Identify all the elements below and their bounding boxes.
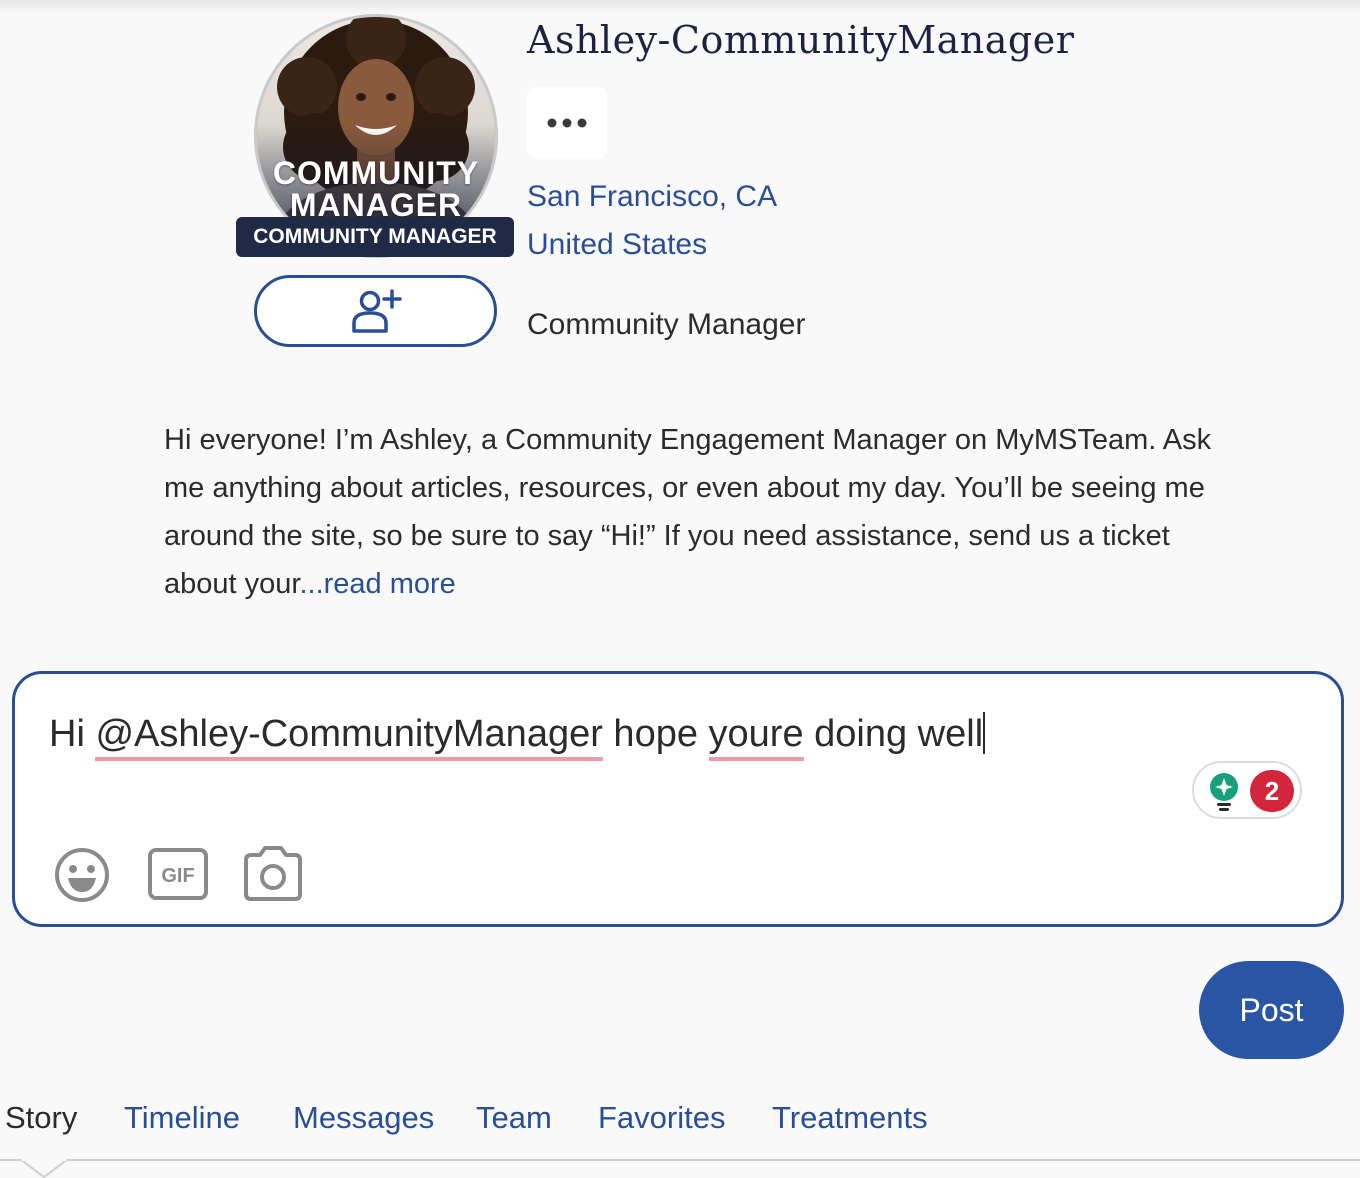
avatar-overlay-line1: COMMUNITY bbox=[272, 155, 480, 191]
tab-treatments[interactable]: Treatments bbox=[772, 1100, 928, 1136]
misspelled-word[interactable]: youre bbox=[708, 713, 804, 761]
gif-icon: GIF bbox=[148, 848, 208, 900]
camera-icon bbox=[244, 846, 302, 901]
location-country[interactable]: United States bbox=[527, 228, 707, 262]
tab-team[interactable]: Team bbox=[476, 1100, 552, 1136]
post-button[interactable]: Post bbox=[1199, 961, 1344, 1059]
grammar-issue-count: 2 bbox=[1250, 770, 1294, 812]
composer-input[interactable]: Hi @Ashley-CommunityManager hope youre d… bbox=[49, 712, 986, 761]
emoji-button[interactable] bbox=[53, 846, 111, 909]
composer-text-suffix: doing well bbox=[803, 713, 984, 755]
gif-button[interactable]: GIF bbox=[147, 847, 209, 908]
more-options-button[interactable] bbox=[527, 87, 607, 159]
tab-favorites[interactable]: Favorites bbox=[598, 1100, 725, 1136]
grammar-checker-widget[interactable]: 2 bbox=[1192, 761, 1302, 819]
composer-text-middle: hope bbox=[602, 713, 709, 755]
profile-tabs: Story Timeline Messages Team Favorites T… bbox=[0, 1100, 1360, 1178]
active-tab-indicator bbox=[20, 1159, 68, 1178]
avatar-overlay-text: COMMUNITY MANAGER bbox=[257, 157, 495, 221]
profile-username: Ashley-CommunityManager bbox=[527, 18, 1075, 62]
top-shadow bbox=[0, 0, 1360, 14]
role-badge: COMMUNITY MANAGER bbox=[236, 217, 514, 257]
text-caret bbox=[983, 712, 986, 754]
follow-button[interactable] bbox=[254, 275, 497, 347]
composer-text-prefix: Hi bbox=[49, 713, 96, 755]
tab-story[interactable]: Story bbox=[5, 1100, 77, 1136]
ellipsis-icon bbox=[547, 118, 587, 128]
tab-messages[interactable]: Messages bbox=[293, 1100, 434, 1136]
mention-text: @Ashley-CommunityManager bbox=[95, 713, 603, 761]
post-composer[interactable]: Hi @Ashley-CommunityManager hope youre d… bbox=[12, 671, 1344, 927]
svg-text:GIF: GIF bbox=[161, 865, 194, 887]
read-more-link[interactable]: ...read more bbox=[299, 568, 455, 600]
tabs-divider bbox=[0, 1159, 1360, 1161]
add-user-icon bbox=[351, 289, 402, 333]
camera-button[interactable] bbox=[241, 844, 305, 909]
profile-bio: Hi everyone! I’m Ashley, a Community Eng… bbox=[164, 416, 1224, 608]
profile-role: Community Manager bbox=[527, 308, 806, 341]
location-city[interactable]: San Francisco, CA bbox=[527, 180, 777, 214]
tab-timeline[interactable]: Timeline bbox=[124, 1100, 240, 1136]
lightbulb-icon bbox=[1210, 773, 1238, 811]
emoji-icon bbox=[55, 848, 109, 902]
